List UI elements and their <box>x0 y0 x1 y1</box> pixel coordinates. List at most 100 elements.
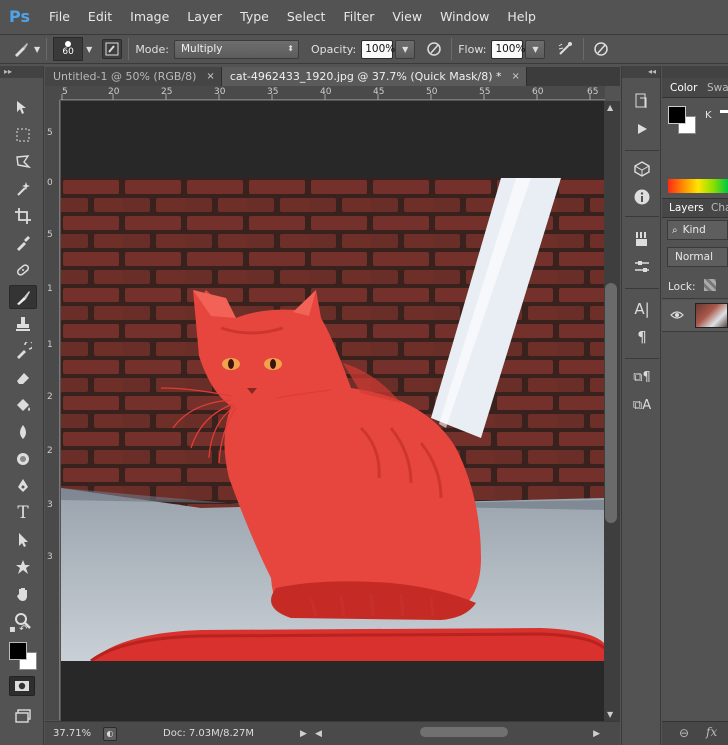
airbrush-icon[interactable] <box>555 38 577 60</box>
brush-presets-panel-icon[interactable] <box>631 228 653 250</box>
move-tool-icon[interactable] <box>9 96 37 120</box>
swap-colors-icon[interactable]: ▪ ↶ <box>9 624 27 635</box>
link-layers-icon[interactable]: ⊖ <box>679 726 689 740</box>
document-canvas-image[interactable] <box>61 178 604 661</box>
menu-view[interactable]: View <box>392 9 422 24</box>
pressure-opacity-icon[interactable] <box>423 38 445 60</box>
horizontal-scroll-thumb[interactable] <box>420 727 508 737</box>
adjustments-panel-icon[interactable] <box>631 256 653 278</box>
hand-tool-icon[interactable] <box>9 582 37 606</box>
close-icon[interactable]: × <box>206 71 214 82</box>
paragraph-panel-icon[interactable]: ¶ <box>631 326 653 348</box>
menu-type[interactable]: Type <box>240 9 269 24</box>
history-brush-tool-icon[interactable] <box>9 339 37 363</box>
opacity-field[interactable]: 100% <box>361 39 395 59</box>
tab-cat-image[interactable]: cat-4962433_1920.jpg @ 37.7% (Quick Mask… <box>221 67 527 86</box>
brush-panel-toggle-icon[interactable] <box>102 39 123 59</box>
lasso-tool-icon[interactable] <box>9 150 37 174</box>
brush-size-picker[interactable]: 60 <box>53 37 84 61</box>
dodge-tool-icon[interactable] <box>9 447 37 471</box>
history-panel-icon[interactable] <box>631 90 653 112</box>
ruler-label: 20 <box>108 87 120 97</box>
lock-transparency-icon[interactable] <box>704 279 716 291</box>
menu-file[interactable]: File <box>49 9 70 24</box>
actions-panel-icon[interactable] <box>631 118 653 140</box>
color-spectrum-bar[interactable] <box>668 179 728 193</box>
layer-thumbnail[interactable] <box>695 303 728 328</box>
zoom-level[interactable]: 37.71% <box>53 728 97 739</box>
menu-filter[interactable]: Filter <box>343 9 374 24</box>
close-icon[interactable]: × <box>512 71 520 82</box>
status-arrow-icon[interactable]: ▶ <box>300 729 307 739</box>
fx-icon[interactable]: fx <box>706 725 717 739</box>
scroll-left-icon[interactable]: ◀ <box>315 729 322 739</box>
flow-dropdown-button[interactable]: ▼ <box>525 39 546 59</box>
blend-mode-dropdown[interactable]: Normal <box>667 247 728 267</box>
custom-shape-tool-icon[interactable] <box>9 555 37 579</box>
ruler-label: 45 <box>373 87 385 97</box>
chevron-down-icon[interactable]: ▼ <box>86 45 92 54</box>
tab-swatches[interactable]: Swa <box>707 82 728 94</box>
scroll-right-icon[interactable]: ▶ <box>593 729 600 739</box>
k-slider[interactable] <box>720 110 728 113</box>
brush-preset-icon[interactable] <box>10 38 32 60</box>
ruler-label: 60 <box>532 87 544 97</box>
character-panel-icon[interactable]: A| <box>631 298 653 320</box>
crop-tool-icon[interactable] <box>9 204 37 228</box>
menu-layer[interactable]: Layer <box>187 9 222 24</box>
tab-channels[interactable]: Cha <box>711 202 728 214</box>
kind-filter-dropdown[interactable]: ⌕ Kind <box>667 220 728 240</box>
marquee-tool-icon[interactable] <box>9 123 37 147</box>
mode-dropdown[interactable]: Multiply ⬍ <box>174 39 299 59</box>
paragraph-styles-icon[interactable]: ⧉¶ <box>631 366 653 388</box>
path-selection-tool-icon[interactable] <box>9 528 37 552</box>
menu-edit[interactable]: Edit <box>88 9 112 24</box>
menu-image[interactable]: Image <box>130 9 169 24</box>
eyedropper-tool-icon[interactable] <box>9 231 37 255</box>
cat-photo-quick-mask <box>61 178 604 661</box>
scroll-up-icon[interactable]: ▲ <box>607 103 613 112</box>
photoshop-logo: Ps <box>9 6 30 26</box>
menu-window[interactable]: Window <box>440 9 489 24</box>
flow-field[interactable]: 100% <box>491 39 525 59</box>
separator <box>451 38 453 60</box>
opacity-dropdown-button[interactable]: ▼ <box>395 39 416 59</box>
brush-tool-icon[interactable] <box>9 285 37 309</box>
tab-untitled-1[interactable]: Untitled-1 @ 50% (RGB/8) × <box>45 67 222 86</box>
eye-icon[interactable] <box>670 310 684 323</box>
spot-healing-tool-icon[interactable] <box>9 258 37 282</box>
brush-size-value: 60 <box>62 47 74 57</box>
ruler-horizontal[interactable]: 5 20 25 30 35 40 45 50 55 60 65 <box>60 86 605 100</box>
eraser-tool-icon[interactable] <box>9 366 37 390</box>
collapse-icon[interactable]: ◂◂ <box>622 66 660 78</box>
tab-color[interactable]: Color <box>670 82 697 94</box>
tab-layers[interactable]: Layers <box>669 202 704 214</box>
foreground-color-swatch[interactable] <box>9 642 27 660</box>
screen-mode-icon[interactable] <box>9 704 37 728</box>
color-panel-fg-swatch[interactable] <box>668 106 686 124</box>
ruler-label: 0 <box>47 178 53 188</box>
scroll-down-icon[interactable]: ▼ <box>607 710 613 719</box>
ruler-label: 1 <box>47 284 53 294</box>
paint-bucket-tool-icon[interactable] <box>9 393 37 417</box>
character-styles-icon[interactable]: ⧉A <box>631 394 653 416</box>
ruler-label: 5 <box>62 87 68 97</box>
pressure-size-icon[interactable] <box>590 38 612 60</box>
menu-help[interactable]: Help <box>507 9 536 24</box>
toolbox-collapse-icon[interactable]: ▸▸ <box>0 66 43 78</box>
chevron-down-icon[interactable]: ▼ <box>34 45 40 54</box>
pen-tool-icon[interactable] <box>9 474 37 498</box>
status-menu-icon[interactable]: ◐ <box>103 726 117 741</box>
blur-tool-icon[interactable] <box>9 420 37 444</box>
clone-stamp-tool-icon[interactable] <box>9 312 37 336</box>
menu-select[interactable]: Select <box>287 9 326 24</box>
ruler-label: 5 <box>47 230 53 240</box>
quick-mask-icon[interactable] <box>9 676 35 696</box>
info-panel-icon[interactable] <box>631 186 653 208</box>
magic-wand-tool-icon[interactable] <box>9 177 37 201</box>
ruler-label: 3 <box>47 552 53 562</box>
ruler-vertical[interactable]: 5 0 5 1 1 2 2 3 3 <box>45 100 60 720</box>
vertical-scroll-thumb[interactable] <box>605 283 617 523</box>
type-tool-icon[interactable]: T <box>9 501 37 525</box>
3d-panel-icon[interactable] <box>631 158 653 180</box>
